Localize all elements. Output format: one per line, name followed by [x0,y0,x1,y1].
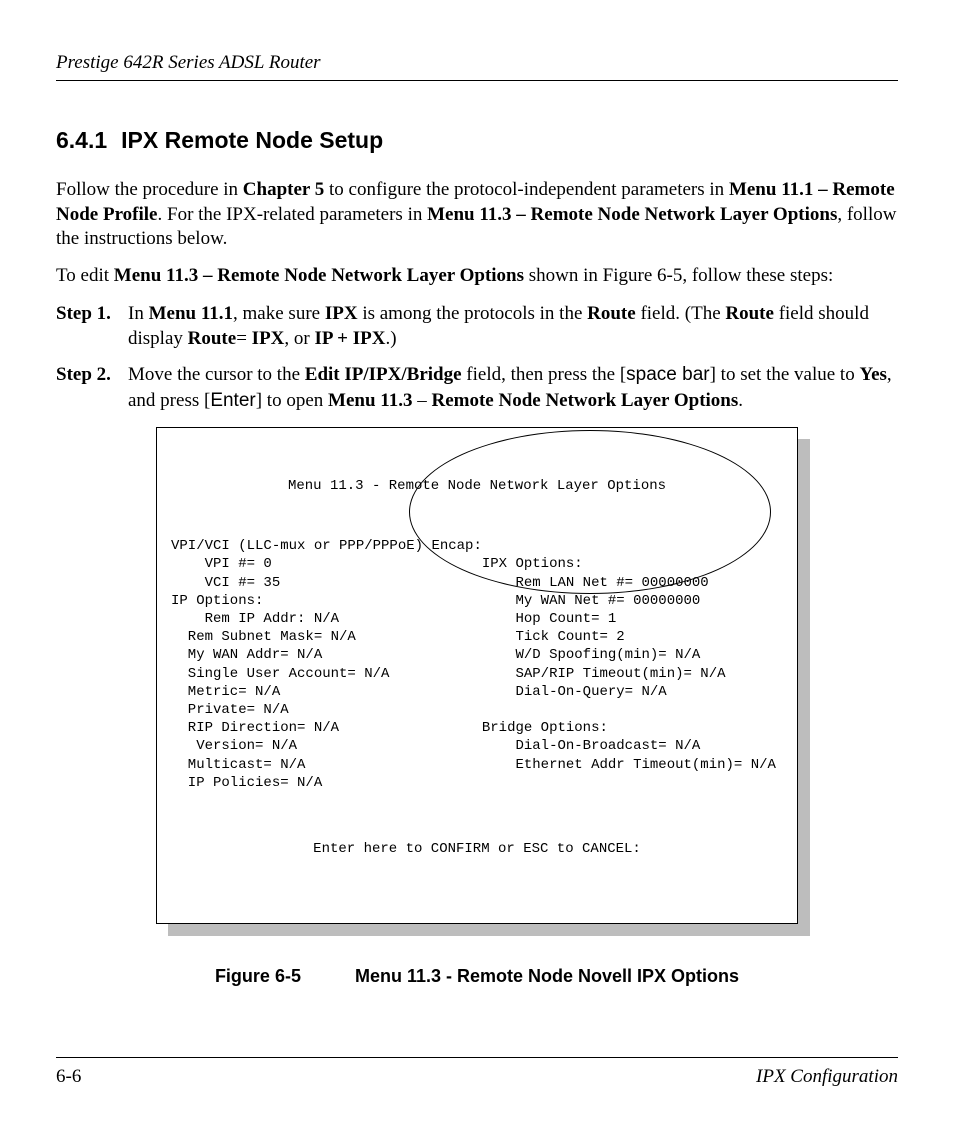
menu-title: Menu 11.3 - Remote Node Network Layer Op… [171,477,783,495]
section-heading: 6.4.1 IPX Remote Node Setup [56,127,898,154]
section-number: 6.4.1 [56,127,107,153]
page: Prestige 642R Series ADSL Router 6.4.1 IP… [0,0,954,1132]
menu-columns: VPI/VCI (LLC-mux or PPP/PPPoE) Encap: VP… [171,537,783,792]
footer-section-name: IPX Configuration [756,1066,898,1088]
section-title-text: IPX Remote Node Setup [121,127,383,153]
step-list: Step 1. In Menu 11.1, make sure IPX is a… [56,301,898,414]
step-2-label: Step 2. [56,362,128,413]
step-1-body: In Menu 11.1, make sure IPX is among the… [128,301,898,352]
menu-left-column: VPI/VCI (LLC-mux or PPP/PPPoE) Encap: VP… [171,537,482,792]
page-number: 6-6 [56,1066,81,1088]
figure-caption-text: Menu 11.3 - Remote Node Novell IPX Optio… [355,966,739,986]
step-2-body: Move the cursor to the Edit IP/IPX/Bridg… [128,362,898,413]
step-2: Step 2. Move the cursor to the Edit IP/I… [56,362,898,413]
menu-box: Menu 11.3 - Remote Node Network Layer Op… [156,427,798,924]
page-footer: 6-6 IPX Configuration [56,1057,898,1088]
step-1: Step 1. In Menu 11.1, make sure IPX is a… [56,301,898,352]
menu-figure: Menu 11.3 - Remote Node Network Layer Op… [156,427,798,924]
intro-paragraph-1: Follow the procedure in Chapter 5 to con… [56,178,898,252]
figure-caption: Figure 6-5 Menu 11.3 - Remote Node Novell… [56,966,898,987]
intro-paragraph-2: To edit Menu 11.3 – Remote Node Network … [56,264,898,289]
figure-number: Figure 6-5 [215,966,301,986]
menu-right-column: IPX Options: Rem LAN Net #= 00000000 My … [482,537,783,792]
step-1-label: Step 1. [56,301,128,352]
menu-footer: Enter here to CONFIRM or ESC to CANCEL: [171,840,783,858]
running-header: Prestige 642R Series ADSL Router [56,52,898,81]
